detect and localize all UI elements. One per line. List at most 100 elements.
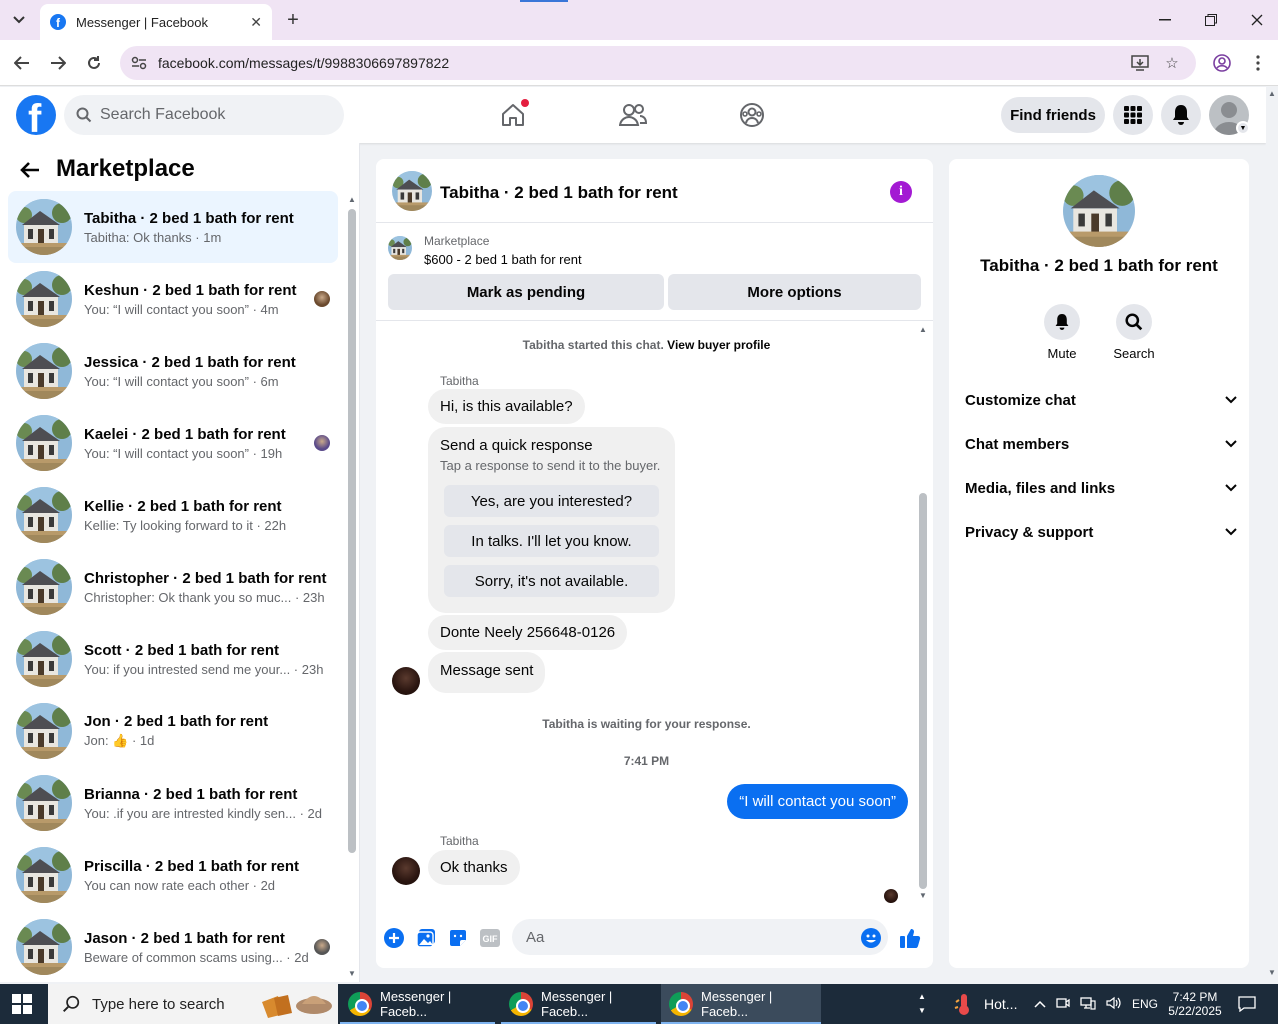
taskbar-app-messenger-active[interactable]: Messenger | Faceb... (661, 984, 821, 1024)
taskbar-app-messenger[interactable]: Messenger | Faceb... (340, 984, 495, 1024)
bookmark-star-icon[interactable]: ☆ (1162, 53, 1182, 73)
thumbs-up-icon[interactable] (899, 927, 921, 949)
chat-title[interactable]: Tabitha · 2 bed 1 bath for rent (440, 183, 678, 203)
forward-button[interactable] (45, 50, 71, 76)
scroll-up-icon[interactable]: ▲ (1267, 89, 1277, 98)
taskbar-search[interactable]: Type here to search (48, 984, 338, 1024)
find-friends-button[interactable]: Find friends (1001, 97, 1105, 133)
weather-widget[interactable]: Hot... (952, 984, 1017, 1024)
site-info-icon[interactable] (130, 54, 148, 72)
message-input[interactable] (526, 928, 846, 946)
volume-icon[interactable] (1106, 996, 1122, 1013)
windows-taskbar: Type here to search Messenger | Faceb...… (0, 984, 1278, 1024)
friends-nav-button[interactable] (617, 99, 649, 131)
add-attachment-icon[interactable] (383, 927, 405, 949)
language-indicator[interactable]: ENG (1132, 997, 1158, 1011)
more-options-button[interactable]: More options (668, 274, 921, 310)
conversation-item[interactable]: Jon · 2 bed 1 bath for rent Jon: 👍 · 1d (8, 695, 338, 767)
new-tab-button[interactable]: + (282, 8, 304, 32)
conversation-item[interactable]: Kaelei · 2 bed 1 bath for rent You: “I wi… (8, 407, 338, 479)
scroll-down-icon[interactable]: ▼ (918, 891, 928, 900)
clock[interactable]: 7:42 PM 5/22/2025 (1166, 984, 1224, 1024)
taskbar-app-messenger[interactable]: Messenger | Faceb... (501, 984, 656, 1024)
sender-avatar[interactable] (392, 857, 420, 885)
info-icon[interactable]: i (890, 181, 912, 203)
back-arrow-icon[interactable] (20, 159, 40, 185)
windows-start-icon[interactable] (12, 994, 32, 1014)
scroll-thumb[interactable] (919, 493, 927, 889)
sidebar-scrollbar[interactable]: ▲ ▼ (347, 193, 357, 982)
tab-search-button[interactable] (6, 8, 32, 32)
account-caret-icon[interactable]: ▼ (1236, 121, 1250, 135)
browser-tab[interactable]: f Messenger | Facebook ✕ (40, 4, 272, 40)
incoming-message: Donte Neely 256648-0126 (428, 615, 628, 650)
conversation-item[interactable]: Christopher · 2 bed 1 bath for rent Chris… (8, 551, 338, 623)
scroll-down-icon[interactable]: ▼ (347, 969, 357, 978)
conversation-item[interactable]: Jessica · 2 bed 1 bath for rent You: “I w… (8, 335, 338, 407)
gif-icon[interactable]: GIF (479, 927, 501, 949)
listing-banner: Marketplace $600 - 2 bed 1 bath for rent… (376, 223, 933, 321)
conversation-item[interactable]: Brianna · 2 bed 1 bath for rent You: .if … (8, 767, 338, 839)
facebook-search[interactable] (64, 95, 344, 135)
quick-response-option[interactable]: In talks. I'll let you know. (444, 525, 659, 557)
address-bar[interactable]: facebook.com/messages/t/9988306697897822 (120, 46, 1196, 80)
tray-scroll[interactable]: ▲ ▼ (918, 984, 926, 1024)
facebook-search-input[interactable] (100, 106, 320, 124)
chat-avatar[interactable] (392, 171, 432, 211)
mute-button[interactable]: Mute (1032, 304, 1092, 361)
conversation-item[interactable]: Keshun · 2 bed 1 bath for rent You: “I wi… (8, 263, 338, 335)
notifications-button[interactable] (1161, 95, 1201, 135)
scroll-up-icon[interactable]: ▲ (918, 325, 928, 334)
chevron-up-icon[interactable] (1034, 997, 1046, 1011)
media-files-links-row[interactable]: Media, files and links (965, 466, 1237, 510)
profile-icon[interactable] (1212, 53, 1232, 73)
sender-avatar[interactable] (392, 667, 420, 695)
reload-button[interactable] (81, 50, 107, 76)
conversation-item[interactable]: Scott · 2 bed 1 bath for rent You: if you… (8, 623, 338, 695)
meet-now-icon[interactable] (1056, 996, 1070, 1013)
listing-price[interactable]: $600 - 2 bed 1 bath for rent (424, 252, 582, 267)
message-input-wrap[interactable] (512, 919, 888, 955)
scroll-down-icon[interactable]: ▼ (1267, 968, 1277, 977)
back-button[interactable] (9, 50, 35, 76)
listing-thumbnail[interactable] (388, 236, 412, 260)
home-nav-button[interactable] (497, 99, 529, 131)
network-icon[interactable] (1080, 996, 1096, 1013)
browser-menu-icon[interactable] (1248, 53, 1268, 73)
restore-button[interactable] (1196, 8, 1226, 32)
facebook-logo[interactable]: f (16, 95, 56, 135)
browser-tabstrip: f Messenger | Facebook ✕ + (0, 0, 1278, 40)
notification-center-icon[interactable] (1238, 984, 1256, 1024)
conversation-item[interactable]: Tabitha · 2 bed 1 bath for rent Tabitha: … (8, 191, 338, 263)
scroll-up-icon[interactable]: ▲ (347, 195, 357, 204)
browser-toolbar: facebook.com/messages/t/9988306697897822… (0, 40, 1278, 86)
search-in-chat-button[interactable]: Search (1104, 304, 1164, 361)
tab-close-icon[interactable]: ✕ (250, 14, 262, 31)
menu-button[interactable] (1113, 95, 1153, 135)
chat-header: Tabitha · 2 bed 1 bath for rent i (376, 159, 933, 223)
conversation-item[interactable]: Kellie · 2 bed 1 bath for rent Kellie: Ty… (8, 479, 338, 551)
install-app-icon[interactable] (1130, 53, 1150, 73)
info-avatar[interactable] (1063, 175, 1135, 247)
page-scrollbar[interactable]: ▲ ▼ (1266, 87, 1278, 982)
bell-icon (1044, 304, 1080, 340)
chat-scrollbar[interactable]: ▲ ▼ (917, 325, 929, 901)
scroll-thumb[interactable] (348, 209, 356, 853)
customize-chat-row[interactable]: Customize chat (965, 378, 1237, 422)
sticker-icon[interactable] (447, 927, 469, 949)
conversation-item[interactable]: Jason · 2 bed 1 bath for rent Beware of c… (8, 911, 338, 982)
emoji-icon[interactable] (860, 927, 882, 949)
quick-response-option[interactable]: Yes, are you interested? (444, 485, 659, 517)
quick-response-option[interactable]: Sorry, it's not available. (444, 565, 659, 597)
mark-as-pending-button[interactable]: Mark as pending (388, 274, 664, 310)
groups-nav-button[interactable] (736, 99, 768, 131)
close-window-button[interactable] (1242, 8, 1272, 32)
privacy-support-row[interactable]: Privacy & support (965, 510, 1237, 554)
conversation-name: Jon · 2 bed 1 bath for rent (84, 713, 269, 730)
minimize-button[interactable] (1150, 8, 1180, 32)
photo-icon[interactable] (415, 927, 437, 949)
view-buyer-profile-link[interactable]: View buyer profile (667, 338, 770, 352)
chat-members-row[interactable]: Chat members (965, 422, 1237, 466)
conversation-item[interactable]: Priscilla · 2 bed 1 bath for rent You can… (8, 839, 338, 911)
conversation-text: Priscilla · 2 bed 1 bath for rent You can… (84, 858, 338, 893)
